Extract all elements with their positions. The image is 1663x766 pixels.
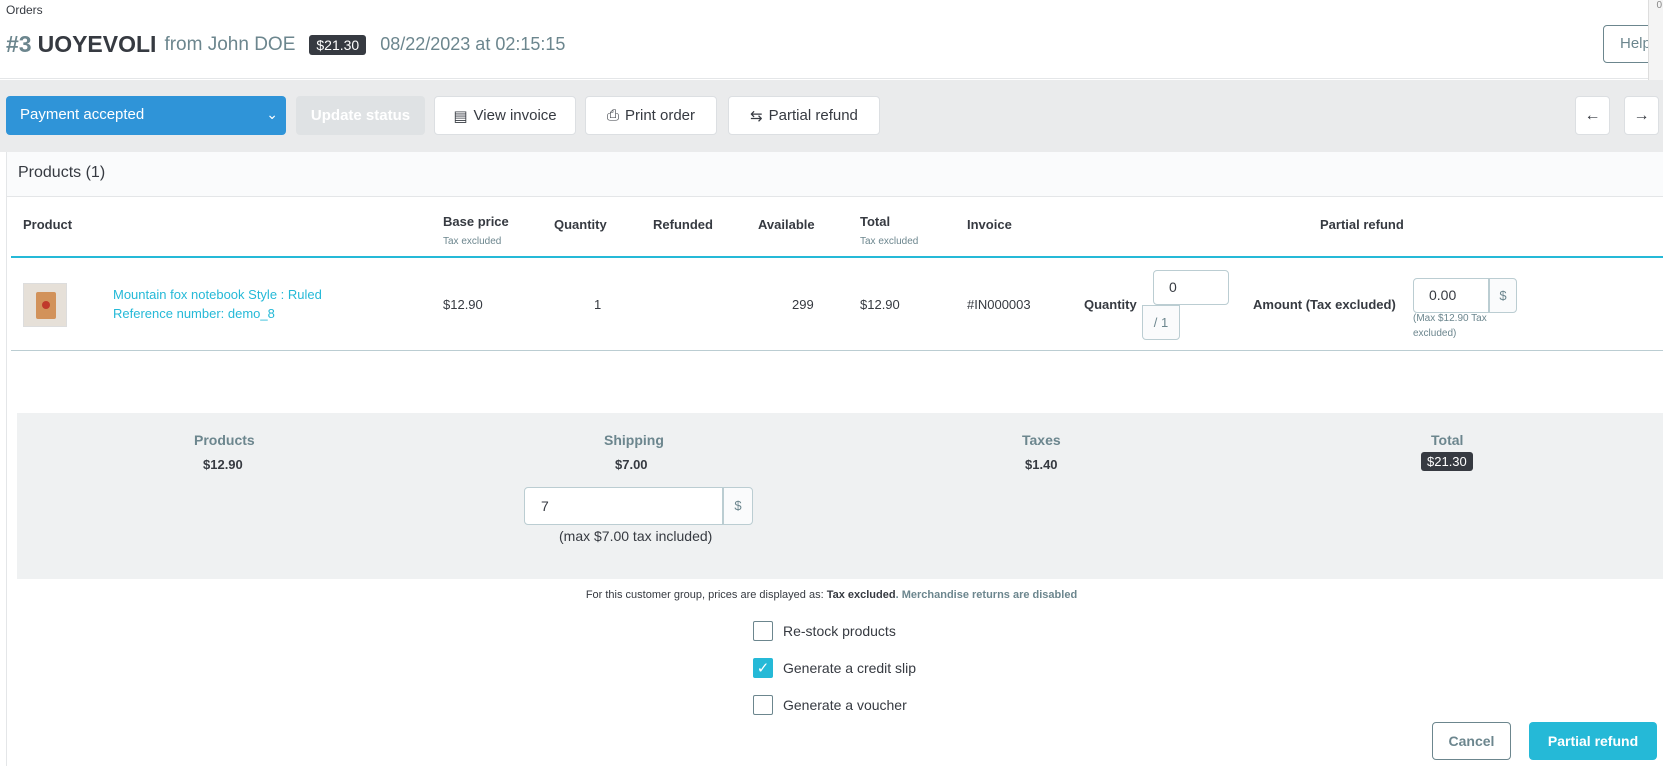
products-card-header: Products (1): [7, 152, 1663, 197]
col-header-available: Available: [758, 217, 815, 232]
col-header-total-sub: Tax excluded: [860, 236, 919, 247]
credit-slip-checkbox[interactable]: ✓: [753, 658, 773, 678]
table-row-divider: [11, 350, 1663, 351]
refund-quantity-max: / 1: [1142, 305, 1180, 340]
restock-checkbox[interactable]: [753, 621, 773, 641]
shipping-refund-input[interactable]: 7: [524, 487, 723, 525]
document-icon: ▤: [453, 107, 468, 125]
summary-taxes-label: Taxes: [1022, 432, 1061, 448]
page-header: Orders #3 UOYEVOLI from John DOE $21.30 …: [0, 0, 1663, 79]
arrow-left-icon: ←: [1584, 107, 1601, 124]
shipping-refund-hint: (max $7.00 tax included): [559, 528, 713, 544]
product-reference-link[interactable]: Reference number: demo_8: [113, 306, 275, 321]
shipping-refund-currency: $: [723, 487, 753, 525]
voucher-label: Generate a voucher: [783, 697, 907, 713]
order-date: 08/22/2023 at 02:15:15: [380, 34, 566, 54]
product-thumbnail[interactable]: [23, 283, 67, 327]
next-order-button[interactable]: →: [1624, 96, 1659, 135]
refund-quantity-input[interactable]: 0: [1153, 270, 1229, 305]
breadcrumb[interactable]: Orders: [6, 3, 43, 17]
order-total-badge: $21.30: [309, 34, 367, 55]
printer-icon: ⎙: [606, 107, 619, 124]
product-base-price: $12.90: [443, 297, 483, 312]
order-reference: UOYEVOLI: [37, 31, 157, 57]
col-header-base-price-sub: Tax excluded: [443, 236, 502, 247]
update-status-button[interactable]: Update status: [296, 96, 425, 135]
partial-refund-toolbar-button[interactable]: ⇆ Partial refund: [728, 96, 880, 135]
cancel-button[interactable]: Cancel: [1432, 722, 1511, 760]
refund-quantity-label: Quantity: [1084, 297, 1137, 312]
product-quantity: 1: [594, 297, 602, 312]
page-title: #3 UOYEVOLI from John DOE $21.30 08/22/2…: [6, 31, 565, 58]
product-available: 299: [792, 297, 814, 312]
previous-order-button[interactable]: ←: [1575, 96, 1610, 135]
credit-slip-option[interactable]: ✓ Generate a credit slip: [753, 658, 916, 678]
refund-amount-label: Amount (Tax excluded): [1253, 297, 1396, 312]
col-header-invoice: Invoice: [967, 217, 1012, 232]
voucher-checkbox[interactable]: [753, 695, 773, 715]
order-status-select[interactable]: Payment accepted ⌄: [6, 96, 286, 135]
view-invoice-label: View invoice: [473, 107, 557, 124]
note-returns-disabled: . Merchandise returns are disabled: [895, 589, 1078, 601]
product-invoice: #IN000003: [967, 297, 1031, 312]
print-order-label: Print order: [624, 107, 696, 124]
note-tax-mode: Tax excluded: [826, 589, 896, 601]
restock-label: Re-stock products: [783, 623, 896, 639]
checkmark-icon: ✓: [756, 660, 770, 677]
view-invoice-button[interactable]: ▤ View invoice: [434, 96, 576, 135]
partial-refund-submit-button[interactable]: Partial refund: [1529, 722, 1657, 760]
order-customer: from John DOE: [164, 33, 296, 55]
col-header-refunded: Refunded: [653, 217, 713, 232]
summary-products-label: Products: [194, 432, 255, 448]
print-order-button[interactable]: ⎙ Print order: [585, 96, 717, 135]
col-header-product: Product: [23, 217, 73, 232]
summary-products-value: $12.90: [203, 457, 243, 472]
note-prefix: For this customer group, prices are disp…: [585, 589, 827, 601]
chevron-down-icon: ⌄: [266, 106, 278, 122]
refund-amount-hint: (Max $12.90 Tax: [1413, 313, 1487, 324]
order-summary: [17, 413, 1663, 579]
tax-display-note: For this customer group, prices are disp…: [0, 589, 1663, 601]
products-card-title: Products (1): [18, 164, 106, 181]
product-name-link[interactable]: Mountain fox notebook Style : Ruled: [113, 287, 322, 302]
col-header-partial-refund: Partial refund: [1320, 217, 1404, 232]
summary-shipping-value: $7.00: [615, 457, 648, 472]
credit-slip-label: Generate a credit slip: [783, 660, 917, 676]
arrow-right-icon: →: [1633, 107, 1650, 124]
refund-amount-currency: $: [1489, 278, 1517, 313]
col-header-quantity: Quantity: [554, 217, 607, 232]
col-header-base-price: Base price: [443, 214, 509, 229]
refund-amount-input[interactable]: 0.00: [1413, 278, 1489, 313]
table-header-divider: [11, 256, 1663, 258]
col-header-total: Total: [860, 214, 891, 229]
order-number: #3: [6, 31, 32, 57]
order-toolbar: Payment accepted ⌄ Update status ▤ View …: [0, 80, 1663, 152]
swap-arrows-icon: ⇆: [750, 107, 763, 125]
order-status-value: Payment accepted: [20, 106, 145, 123]
summary-total-badge: $21.30: [1421, 452, 1473, 471]
summary-shipping-label: Shipping: [604, 432, 664, 448]
refund-amount-hint-cont: excluded): [1413, 328, 1457, 339]
product-total: $12.90: [860, 297, 900, 312]
restock-products-option[interactable]: Re-stock products: [753, 621, 896, 641]
summary-total-label: Total: [1431, 432, 1464, 448]
partial-refund-toolbar-label: Partial refund: [768, 107, 858, 124]
summary-taxes-value: $1.40: [1025, 457, 1058, 472]
voucher-option[interactable]: Generate a voucher: [753, 695, 907, 715]
